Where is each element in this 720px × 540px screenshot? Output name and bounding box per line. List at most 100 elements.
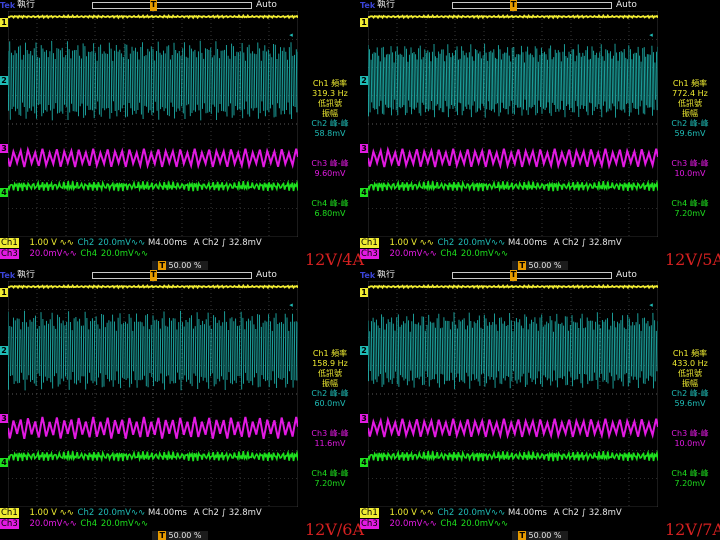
- ch3-measurement: Ch3 峰-峰 11.6mV: [302, 429, 358, 449]
- ch2-meas-title: Ch2 峰-峰: [311, 389, 349, 398]
- ch2-meas-title: Ch2 峰-峰: [311, 119, 349, 128]
- brand-label: Tek: [0, 271, 16, 280]
- trigger-status: Auto: [256, 270, 277, 280]
- brand-label: Tek: [360, 1, 376, 10]
- ch2-meas-value: 59.6mV: [674, 399, 706, 408]
- ch4-footer-label: Ch4: [80, 519, 98, 529]
- waveform-display: [368, 11, 658, 237]
- ch1-measurement: Ch1 頻率 772.4 Hz 低訊號 振幅: [662, 79, 718, 119]
- ch3-scale: 20.0mV∿∿: [29, 519, 77, 529]
- scope-top-bar: Tek 執行 T Auto: [0, 0, 360, 11]
- ch1-meas-value: 433.0 Hz: [672, 359, 708, 368]
- ch1-scale: 1.00 V ∿∿: [389, 508, 434, 518]
- ch1-trace: [8, 13, 298, 20]
- brand-label: Tek: [360, 271, 376, 280]
- ch4-trace: [368, 449, 658, 463]
- scope-top-bar: Tek 執行 T Auto: [360, 270, 720, 281]
- ch3-measurement: Ch3 峰-峰 9.60mV: [302, 159, 358, 179]
- ch1-scale: 1.00 V ∿∿: [29, 508, 74, 518]
- ch2-scale: 20.0mV∿∿: [97, 508, 146, 518]
- ch4-meas-value: 7.20mV: [314, 479, 346, 488]
- ch4-scale: 20.0mV∿∿: [460, 249, 509, 259]
- ch3-meas-value: 11.6mV: [314, 439, 346, 448]
- ch4-footer-label: Ch4: [440, 519, 458, 529]
- ch2-measurement: Ch2 峰-峰 58.8mV: [302, 119, 358, 139]
- waveform-display: [8, 11, 298, 237]
- trigger-icon: T: [158, 531, 166, 540]
- ch1-footer-label: Ch1: [0, 508, 19, 518]
- ch4-measurement: Ch4 峰-峰 7.20mV: [302, 469, 358, 489]
- trigger-level-icon: ◂: [649, 31, 653, 39]
- ch4-measurement: Ch4 峰-峰 7.20mV: [662, 469, 718, 489]
- record-length-bar: [452, 2, 612, 9]
- ch1-meas-note1: 低訊號: [318, 99, 342, 108]
- ch4-ground-marker: 4: [0, 188, 8, 197]
- timebase: M4.00ms: [147, 508, 187, 518]
- ch2-footer-label: Ch2: [437, 508, 455, 518]
- scope-top-bar: Tek 執行 T Auto: [360, 0, 720, 11]
- ch3-scale: 20.0mV∿∿: [389, 249, 437, 259]
- ch1-meas-note1: 低訊號: [678, 369, 702, 378]
- ch2-trace: [8, 40, 298, 121]
- ch4-scale: 20.0mV∿∿: [460, 519, 509, 529]
- ch2-footer-label: Ch2: [77, 508, 95, 518]
- ch1-meas-title: Ch1 頻率: [312, 79, 348, 88]
- timebase: M4.00ms: [147, 238, 187, 248]
- ch1-meas-note2: 振幅: [322, 379, 338, 388]
- ch4-meas-title: Ch4 峰-峰: [671, 199, 709, 208]
- run-status: 執行: [377, 270, 396, 280]
- ch2-measurement: Ch2 峰-峰 59.6mV: [662, 389, 718, 409]
- ch3-meas-value: 10.0mV: [674, 439, 706, 448]
- load-caption: 12V/4A: [305, 250, 365, 269]
- ch1-meas-note1: 低訊號: [678, 99, 702, 108]
- ch3-meas-value: 10.0mV: [674, 169, 706, 178]
- ch1-trace: [368, 13, 658, 20]
- ch1-footer-label: Ch1: [360, 508, 379, 518]
- scope-panel: Tek 執行 T Auto 1 2 3 4 ◂ Ch1 頻率 433.0 Hz …: [360, 270, 720, 540]
- trigger-position-value: 50.00 %: [528, 261, 562, 270]
- trigger-position-value: 50.00 %: [528, 531, 562, 540]
- trigger-icon: T: [518, 261, 526, 270]
- trigger-position-value: 50.00 %: [168, 261, 202, 270]
- ch3-measurement: Ch3 峰-峰 10.0mV: [662, 429, 718, 449]
- ch1-scale: 1.00 V ∿∿: [29, 238, 74, 248]
- ch1-footer-label: Ch1: [0, 238, 19, 248]
- ch3-ground-marker: 3: [360, 414, 368, 423]
- ch2-ground-marker: 2: [360, 76, 368, 85]
- trigger-setting: A Ch2 ∫ 32.8mV: [553, 238, 622, 248]
- scope-top-bar: Tek 執行 T Auto: [0, 270, 360, 281]
- footer-row-1: Ch1 1.00 V ∿∿ Ch2 20.0mV∿∿ M4.00ms A Ch2…: [360, 238, 660, 248]
- ch4-measurement: Ch4 峰-峰 7.20mV: [662, 199, 718, 219]
- trigger-position-icon: T: [150, 270, 157, 281]
- ch4-meas-title: Ch4 峰-峰: [311, 199, 349, 208]
- ch2-scale: 20.0mV∿∿: [457, 238, 506, 248]
- ch4-meas-title: Ch4 峰-峰: [671, 469, 709, 478]
- ch3-meas-title: Ch3 峰-峰: [311, 159, 349, 168]
- ch3-scale: 20.0mV∿∿: [29, 249, 77, 259]
- ch1-footer-label: Ch1: [360, 238, 379, 248]
- ch4-measurement: Ch4 峰-峰 6.80mV: [302, 199, 358, 219]
- ch3-trace: [8, 416, 298, 440]
- trigger-position-icon: T: [510, 0, 517, 11]
- ch1-trace: [368, 283, 658, 290]
- ch4-ground-marker: 4: [360, 458, 368, 467]
- waveform-display: [8, 281, 298, 507]
- trigger-status: Auto: [616, 270, 637, 280]
- trigger-status: Auto: [256, 0, 277, 10]
- ch2-scale: 20.0mV∿∿: [457, 508, 506, 518]
- ch1-scale: 1.00 V ∿∿: [389, 238, 434, 248]
- trigger-position-readout: T 50.00 %: [152, 261, 208, 270]
- ch2-scale: 20.0mV∿∿: [97, 238, 146, 248]
- ch4-footer-label: Ch4: [440, 249, 458, 259]
- ch3-ground-marker: 3: [360, 144, 368, 153]
- ch1-meas-note2: 振幅: [682, 109, 698, 118]
- ch2-ground-marker: 2: [0, 76, 8, 85]
- footer-row-2: Ch3 20.0mV∿∿ Ch4 20.0mV∿∿: [0, 519, 300, 529]
- run-status: 執行: [377, 0, 396, 10]
- ch2-meas-title: Ch2 峰-峰: [671, 389, 709, 398]
- record-length-bar: [92, 272, 252, 279]
- ch2-ground-marker: 2: [0, 346, 8, 355]
- ch2-measurement: Ch2 峰-峰 59.6mV: [662, 119, 718, 139]
- traces: [368, 13, 658, 193]
- trigger-level-icon: ◂: [649, 301, 653, 309]
